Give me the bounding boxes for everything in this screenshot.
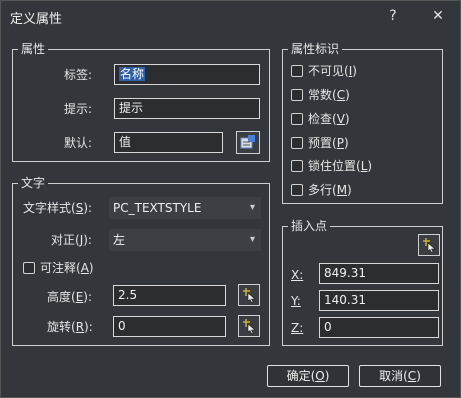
default-input[interactable]: 值 [114, 132, 223, 153]
annotative-label: 可注释(A) [40, 261, 94, 275]
help-button[interactable]: ? [378, 4, 408, 28]
title-bar: 定义属性 ? ✕ [1, 1, 460, 31]
x-label: X: [291, 268, 304, 282]
pick-point-icon [243, 319, 256, 334]
default-label: 默认: [64, 136, 93, 150]
rotation-input[interactable]: 0 [113, 316, 226, 337]
flag-verify-label: 检查(V) [308, 112, 350, 126]
justify-dropdown[interactable]: 左 ▾ [109, 229, 261, 251]
flag-invisible-label: 不可见(I) [308, 64, 357, 78]
tag-label: 标签: [64, 68, 93, 82]
flag-verify-checkbox[interactable] [291, 113, 303, 125]
insertion-point-legend: 插入点 [288, 218, 331, 234]
flag-invisible-checkbox[interactable] [291, 65, 303, 77]
field-icon [240, 135, 255, 149]
flag-multiline-label: 多行(M) [308, 183, 352, 197]
prompt-input[interactable]: 提示 [114, 98, 260, 119]
flag-preset-checkbox[interactable] [291, 137, 303, 149]
pick-point-icon [243, 288, 256, 303]
z-label: Z: [291, 321, 304, 335]
flag-lock-position-label: 锁住位置(L) [308, 159, 373, 173]
attribute-flags-legend: 属性标识 [288, 41, 343, 57]
y-label: Y: [291, 294, 301, 308]
height-input[interactable]: 2.5 [113, 285, 226, 306]
tag-input[interactable]: 名称 [114, 64, 260, 85]
x-input[interactable]: 849.31 [319, 263, 439, 284]
define-attribute-dialog: 定义属性 ? ✕ 属性 标签: 名称 提示: 提示 默认: 值 属性标识 不可见… [0, 0, 461, 398]
insert-field-button[interactable] [236, 131, 260, 154]
height-label: 高度(E): [47, 290, 93, 304]
close-button[interactable]: ✕ [423, 4, 453, 28]
text-style-value: PC_TEXTSTYLE [113, 201, 202, 215]
flag-preset-label: 预置(P) [308, 136, 349, 150]
text-style-dropdown[interactable]: PC_TEXTSTYLE ▾ [109, 197, 261, 219]
pick-height-button[interactable] [238, 284, 260, 306]
tag-input-value: 名称 [119, 67, 146, 81]
z-input[interactable]: 0 [319, 317, 439, 338]
justify-label: 对正(J): [51, 233, 92, 247]
attribute-flags-group: 属性标识 [282, 41, 443, 204]
flag-lock-position-checkbox[interactable] [291, 160, 303, 172]
text-settings-legend: 文字 [18, 175, 49, 191]
justify-value: 左 [113, 233, 126, 247]
flag-multiline-checkbox[interactable] [291, 184, 303, 196]
y-input[interactable]: 140.31 [319, 290, 439, 311]
text-style-label: 文字样式(S): [23, 201, 93, 215]
ok-button[interactable]: 确定(O) [267, 365, 349, 387]
pick-insertion-point-button[interactable] [418, 234, 440, 256]
dialog-title: 定义属性 [10, 12, 63, 27]
pick-point-icon [423, 238, 436, 253]
annotative-checkbox[interactable] [23, 262, 35, 274]
flag-constant-label: 常数(C) [308, 88, 350, 102]
rotation-label: 旋转(R): [47, 320, 93, 334]
chevron-down-icon: ▾ [249, 234, 255, 245]
flag-constant-checkbox[interactable] [291, 89, 303, 101]
pick-rotation-button[interactable] [238, 315, 260, 337]
prompt-label: 提示: [64, 102, 93, 116]
chevron-down-icon: ▾ [249, 202, 255, 213]
cancel-button[interactable]: 取消(C) [359, 365, 441, 387]
attribute-group-legend: 属性 [18, 41, 49, 57]
